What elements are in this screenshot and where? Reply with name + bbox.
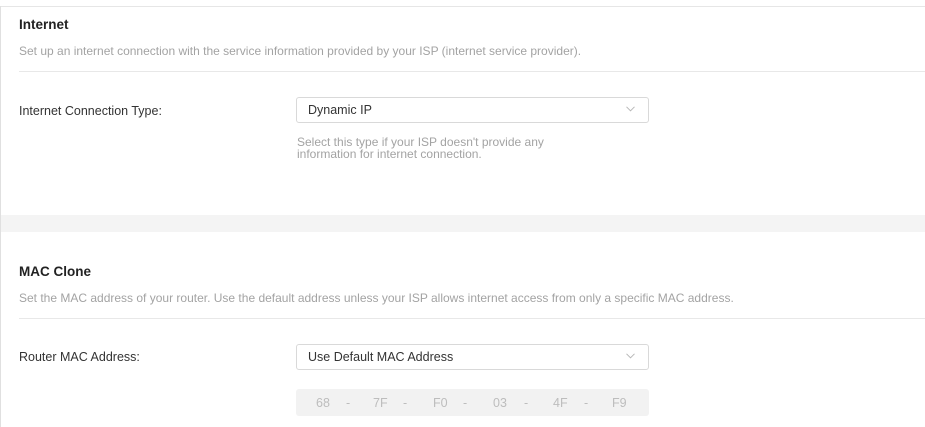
mac-separator: - — [584, 396, 589, 410]
chevron-down-icon — [626, 106, 635, 112]
internet-section-description: Set up an internet connection with the s… — [19, 44, 582, 58]
mac-clone-section-description: Set the MAC address of your router. Use … — [19, 291, 734, 305]
internet-connection-type-select[interactable]: Dynamic IP — [296, 97, 649, 123]
section-divider-line — [19, 71, 925, 72]
mac-octet: 68 — [316, 396, 330, 410]
mac-separator: - — [403, 396, 408, 410]
connection-type-hint: Select this type if your ISP doesn't pro… — [297, 136, 617, 160]
mac-octet: F9 — [612, 396, 627, 410]
mac-octet: 03 — [493, 396, 507, 410]
mac-octet: 4F — [553, 396, 568, 410]
router-mac-address-value: Use Default MAC Address — [308, 350, 454, 364]
connection-type-hint-line-2: information for internet connection. — [297, 147, 482, 161]
mac-octet: F0 — [433, 396, 448, 410]
mac-separator: - — [346, 396, 351, 410]
chevron-down-icon — [626, 353, 635, 359]
router-mac-address-label: Router MAC Address: — [19, 350, 140, 364]
internet-settings-page: Internet Set up an internet connection w… — [0, 0, 925, 427]
mac-address-field: 68 - 7F - F0 - 03 - 4F - F9 — [296, 389, 649, 416]
top-border — [0, 6, 925, 7]
section-separator-band — [1, 215, 925, 232]
mac-separator: - — [463, 396, 468, 410]
internet-connection-type-label: Internet Connection Type: — [19, 104, 162, 118]
mac-separator: - — [524, 396, 529, 410]
section-divider-line — [19, 318, 925, 319]
router-mac-address-select[interactable]: Use Default MAC Address — [296, 344, 649, 370]
mac-octet: 7F — [373, 396, 388, 410]
internet-section-title: Internet — [19, 17, 69, 32]
internet-connection-type-value: Dynamic IP — [308, 103, 372, 117]
mac-clone-section-title: MAC Clone — [19, 264, 91, 279]
